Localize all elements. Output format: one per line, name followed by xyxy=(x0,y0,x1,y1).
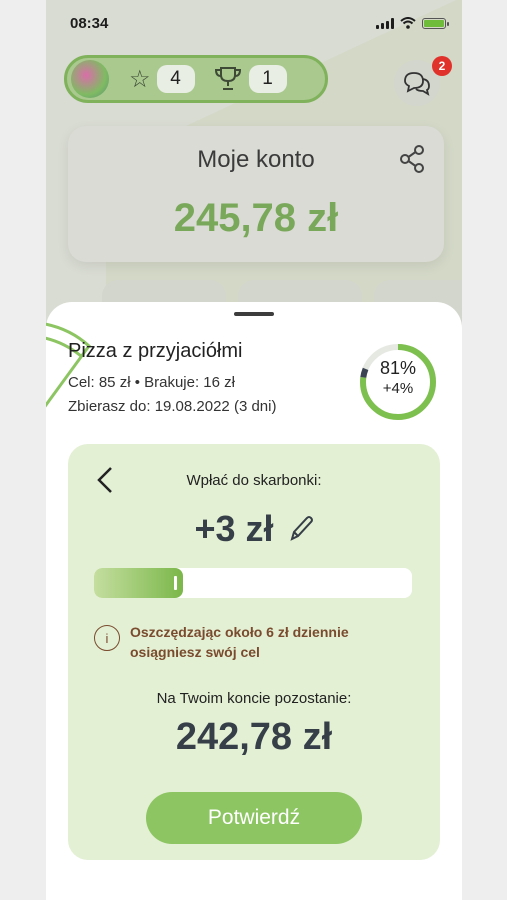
goal-deadline: Zbierasz do: 19.08.2022 (3 dni) xyxy=(68,398,277,415)
phone-screen: 08:34 ☆ 4 1 2 Moje konto 245,78 zł Pizza… xyxy=(46,0,462,900)
info-icon: i xyxy=(94,625,120,651)
account-card[interactable]: Moje konto 245,78 zł xyxy=(68,126,444,262)
progress-percent: 81% xyxy=(379,358,417,378)
confirm-button[interactable]: Potwierdź xyxy=(146,792,362,844)
signal-icon xyxy=(376,17,394,29)
remaining-label: Na Twoim koncie pozostanie: xyxy=(156,690,352,707)
status-icons xyxy=(376,17,449,29)
goal-name: Pizza z przyjaciółmi xyxy=(68,340,243,362)
slider-fill xyxy=(94,568,184,598)
tip-text: Oszczędzając około 6 zł dziennie osiągni… xyxy=(130,624,349,660)
progress-delta: +4% xyxy=(382,380,414,397)
edit-pencil-icon[interactable] xyxy=(288,515,314,543)
amount-slider[interactable] xyxy=(94,568,412,598)
slider-knob[interactable] xyxy=(174,576,178,590)
chat-badge: 2 xyxy=(432,56,452,76)
chat-icon xyxy=(404,72,430,96)
avatar[interactable] xyxy=(71,60,109,98)
wifi-icon xyxy=(400,17,416,29)
sheet-handle[interactable] xyxy=(234,312,274,316)
bottom-sheet: Pizza z przyjaciółmi Cel: 85 zł • Brakuj… xyxy=(46,302,462,900)
stars-count: 4 xyxy=(156,65,195,93)
trophies-count: 1 xyxy=(248,65,287,93)
battery-icon xyxy=(422,17,449,29)
deposit-label: Wpłać do skarbonki: xyxy=(186,472,322,489)
progress-ring: 81% +4% xyxy=(358,342,438,422)
user-stats-pill[interactable]: ☆ 4 1 xyxy=(64,55,328,103)
goal-target: Cel: 85 zł • Brakuje: 16 zł xyxy=(68,374,235,391)
deposit-amount-row: +3 zł xyxy=(68,508,440,550)
deposit-card: Wpłać do skarbonki: +3 zł i Oszczędzając… xyxy=(68,444,440,860)
savings-tip: i Oszczędzając około 6 zł dziennie osiąg… xyxy=(94,622,414,662)
status-time: 08:34 xyxy=(70,15,109,32)
account-balance: 245,78 zł xyxy=(173,196,339,240)
share-icon[interactable] xyxy=(398,144,426,174)
trophy-icon xyxy=(214,67,241,90)
account-title: Moje konto xyxy=(197,146,315,173)
status-bar: 08:34 xyxy=(46,0,462,44)
star-icon: ☆ xyxy=(129,65,151,93)
remaining-amount: 242,78 zł xyxy=(175,716,333,758)
deposit-amount: +3 zł xyxy=(194,508,274,549)
